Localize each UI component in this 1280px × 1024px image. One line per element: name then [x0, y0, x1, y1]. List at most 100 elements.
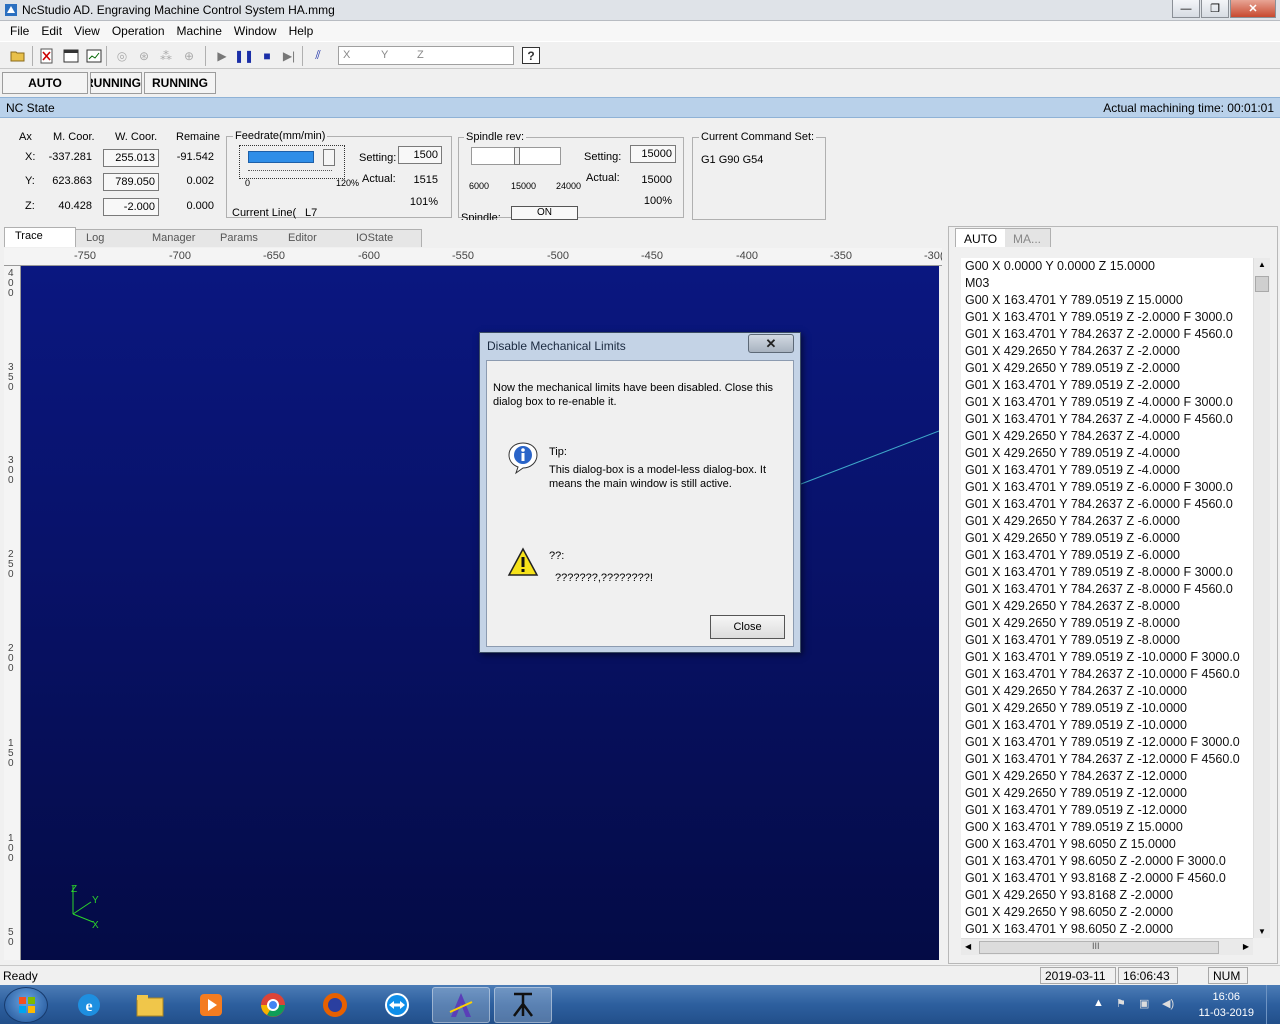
- list-item[interactable]: G01 X 429.2650 Y 789.0519 Z -8.0000: [961, 615, 1253, 632]
- tab-iostate[interactable]: IOState: [346, 229, 422, 247]
- list-item[interactable]: G01 X 163.4701 Y 789.0519 Z -4.0000: [961, 462, 1253, 479]
- menu-view[interactable]: View: [68, 24, 106, 38]
- window-icon[interactable]: [61, 46, 81, 65]
- menu-file[interactable]: File: [4, 24, 35, 38]
- dialog-close-icon[interactable]: ✕: [748, 334, 794, 353]
- tray-flag-icon[interactable]: ⚑: [1116, 997, 1126, 1010]
- list-item[interactable]: G01 X 429.2650 Y 784.2637 Z -6.0000: [961, 513, 1253, 530]
- scroll-left-icon[interactable]: ◀: [965, 942, 971, 951]
- list-item[interactable]: G01 X 429.2650 Y 784.2637 Z -4.0000: [961, 428, 1253, 445]
- tab-manual[interactable]: MA...: [1005, 228, 1051, 247]
- scroll-up-icon[interactable]: ▲: [1258, 260, 1266, 269]
- vertical-scrollbar[interactable]: ▲ ▼: [1253, 258, 1270, 938]
- list-item[interactable]: G01 X 163.4701 Y 789.0519 Z -6.0000: [961, 547, 1253, 564]
- list-item[interactable]: G01 X 429.2650 Y 789.0519 Z -10.0000: [961, 700, 1253, 717]
- signal-icon[interactable]: ◎: [112, 46, 132, 65]
- list-item[interactable]: G01 X 163.4701 Y 784.2637 Z -12.0000 F 4…: [961, 751, 1253, 768]
- list-item[interactable]: G01 X 163.4701 Y 789.0519 Z -10.0000: [961, 717, 1253, 734]
- tab-editor[interactable]: Editor: [278, 229, 348, 247]
- list-item[interactable]: G01 X 163.4701 Y 789.0519 Z -10.0000 F 3…: [961, 649, 1253, 666]
- tab-trace[interactable]: Trace: [4, 227, 76, 247]
- show-desktop-button[interactable]: [1266, 985, 1280, 1024]
- running-state-button[interactable]: RUNNING: [144, 72, 216, 94]
- list-item[interactable]: G00 X 163.4701 Y 789.0519 Z 15.0000: [961, 819, 1253, 836]
- y-work-coord[interactable]: 789.050: [103, 173, 159, 191]
- list-item[interactable]: G01 X 429.2650 Y 784.2637 Z -8.0000: [961, 598, 1253, 615]
- menu-machine[interactable]: Machine: [171, 24, 228, 38]
- gcode-list[interactable]: G00 X 0.0000 Y 0.0000 Z 15.0000 M03 G00 X …: [961, 258, 1253, 938]
- help-icon[interactable]: ?: [522, 47, 540, 64]
- list-item[interactable]: G01 X 163.4701 Y 784.2637 Z -6.0000 F 45…: [961, 496, 1253, 513]
- list-item[interactable]: G01 X 163.4701 Y 789.0519 Z -12.0000: [961, 802, 1253, 819]
- list-item[interactable]: G01 X 163.4701 Y 789.0519 Z -8.0000: [961, 632, 1253, 649]
- close-window-button[interactable]: ✕: [1230, 0, 1276, 18]
- auto-mode-button[interactable]: AUTO: [2, 72, 88, 94]
- stop-icon[interactable]: ■: [257, 46, 277, 65]
- menu-help[interactable]: Help: [283, 24, 320, 38]
- step-icon[interactable]: ▶|: [279, 46, 299, 65]
- list-item[interactable]: G01 X 429.2650 Y 789.0519 Z -2.0000: [961, 360, 1253, 377]
- tray-clock[interactable]: 16:06 11-03-2019: [1199, 989, 1254, 1021]
- list-item[interactable]: G01 X 429.2650 Y 789.0519 Z -6.0000: [961, 530, 1253, 547]
- spindle-icon[interactable]: ⊛: [134, 46, 154, 65]
- list-item[interactable]: G01 X 429.2650 Y 784.2637 Z -10.0000: [961, 683, 1253, 700]
- tab-manager[interactable]: Manager: [142, 229, 212, 247]
- menu-edit[interactable]: Edit: [35, 24, 68, 38]
- feedrate-thumb[interactable]: [323, 149, 335, 166]
- list-item[interactable]: G01 X 429.2650 Y 93.8168 Z -2.0000: [961, 887, 1253, 904]
- spindle-state-button[interactable]: ON: [511, 206, 578, 220]
- pen-icon[interactable]: ⫽: [308, 46, 328, 65]
- list-item[interactable]: G01 X 429.2650 Y 784.2637 Z -12.0000: [961, 768, 1253, 785]
- tray-volume-icon[interactable]: ◀): [1162, 997, 1174, 1010]
- list-item[interactable]: G01 X 163.4701 Y 784.2637 Z -2.0000 F 45…: [961, 326, 1253, 343]
- start-button[interactable]: [4, 987, 48, 1023]
- explorer-icon[interactable]: [121, 987, 179, 1023]
- minimize-button[interactable]: —: [1172, 0, 1200, 18]
- x-work-coord[interactable]: 255.013: [103, 149, 159, 167]
- close-file-icon[interactable]: [37, 46, 57, 65]
- scroll-down-icon[interactable]: ▼: [1258, 927, 1266, 936]
- menu-window[interactable]: Window: [228, 24, 283, 38]
- firefox-icon[interactable]: [306, 987, 364, 1023]
- lube-icon[interactable]: ⊕: [179, 46, 199, 65]
- ncstudio-icon[interactable]: [494, 987, 552, 1023]
- list-item[interactable]: G01 X 429.2650 Y 789.0519 Z -4.0000: [961, 445, 1253, 462]
- list-item[interactable]: G01 X 163.4701 Y 784.2637 Z -4.0000 F 45…: [961, 411, 1253, 428]
- simulate-icon[interactable]: [84, 46, 104, 65]
- list-item[interactable]: M03: [961, 275, 1253, 292]
- list-item[interactable]: G01 X 163.4701 Y 789.0519 Z -8.0000 F 30…: [961, 564, 1253, 581]
- spindle-thumb[interactable]: [514, 147, 520, 165]
- ie-icon[interactable]: e: [60, 987, 118, 1023]
- list-item[interactable]: G00 X 163.4701 Y 789.0519 Z 15.0000: [961, 292, 1253, 309]
- dialog-close-button[interactable]: Close: [710, 615, 785, 639]
- list-item[interactable]: G00 X 0.0000 Y 0.0000 Z 15.0000: [961, 258, 1253, 275]
- list-item[interactable]: G00 X 163.4701 Y 98.6050 Z 15.0000: [961, 836, 1253, 853]
- list-item[interactable]: G01 X 163.4701 Y 784.2637 Z -10.0000 F 4…: [961, 666, 1253, 683]
- tray-network-icon[interactable]: ▣: [1139, 997, 1149, 1010]
- list-item[interactable]: G01 X 429.2650 Y 98.6050 Z -2.0000: [961, 904, 1253, 921]
- list-item[interactable]: G01 X 163.4701 Y 98.6050 Z -2.0000: [961, 921, 1253, 938]
- horizontal-scrollbar[interactable]: ◀ III ▶: [961, 938, 1253, 955]
- feedrate-setting-value[interactable]: 1500: [398, 146, 442, 164]
- pause-icon[interactable]: ❚❚: [234, 46, 254, 65]
- list-item[interactable]: G01 X 163.4701 Y 789.0519 Z -6.0000 F 30…: [961, 479, 1253, 496]
- open-file-icon[interactable]: [8, 46, 28, 65]
- list-item[interactable]: G01 X 163.4701 Y 789.0519 Z -2.0000 F 30…: [961, 309, 1253, 326]
- hscroll-thumb[interactable]: III: [979, 941, 1219, 954]
- teamviewer-icon[interactable]: [368, 987, 426, 1023]
- play-icon[interactable]: ▶: [212, 46, 232, 65]
- list-item[interactable]: G01 X 163.4701 Y 789.0519 Z -12.0000 F 3…: [961, 734, 1253, 751]
- list-item[interactable]: G01 X 163.4701 Y 789.0519 Z -2.0000: [961, 377, 1253, 394]
- maximize-button[interactable]: ❐: [1201, 0, 1229, 18]
- tab-auto[interactable]: AUTO: [955, 228, 1007, 247]
- list-item[interactable]: G01 X 429.2650 Y 784.2637 Z -2.0000: [961, 343, 1253, 360]
- list-item[interactable]: G01 X 163.4701 Y 98.6050 Z -2.0000 F 300…: [961, 853, 1253, 870]
- tray-expand-icon[interactable]: ▲: [1093, 997, 1104, 1009]
- list-item[interactable]: G01 X 429.2650 Y 789.0519 Z -12.0000: [961, 785, 1253, 802]
- tab-log[interactable]: Log: [76, 229, 146, 247]
- tab-params[interactable]: Params: [210, 229, 280, 247]
- feedrate-slider[interactable]: [239, 145, 345, 179]
- scroll-right-icon[interactable]: ▶: [1243, 942, 1249, 951]
- media-player-icon[interactable]: [182, 987, 240, 1023]
- z-work-coord[interactable]: -2.000: [103, 198, 159, 216]
